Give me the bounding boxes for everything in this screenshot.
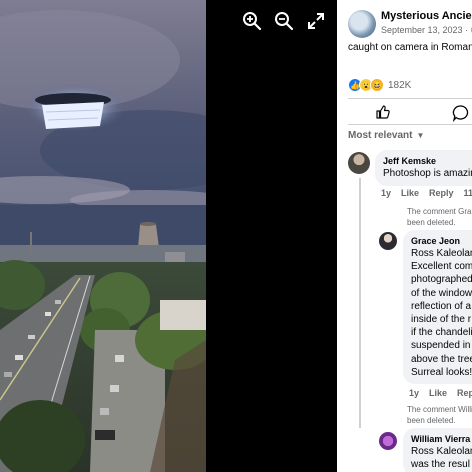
fullscreen-icon[interactable] (305, 10, 327, 32)
deleted-line: been deleted. (407, 218, 456, 227)
comment-actions: 1y Like Reply 11 (381, 188, 472, 198)
reaction-count: 182K (388, 79, 412, 91)
deleted-comment-notice: The comment Willi been deleted. (407, 404, 472, 426)
post-date-text: September 13, 2023 (381, 25, 463, 35)
comment-button[interactable] (452, 104, 470, 123)
deleted-line: The comment Willi (407, 405, 472, 414)
comment-line: of the window (411, 287, 472, 299)
commenter-name[interactable]: Grace Jeon (411, 235, 472, 247)
comment-text: Photoshop is amazing (383, 168, 472, 179)
sort-label: Most relevant (348, 130, 413, 141)
comment-line: reflection of a (411, 300, 472, 312)
zoom-in-icon[interactable] (241, 10, 263, 32)
comment-age[interactable]: 1y (409, 388, 419, 398)
commenter-avatar[interactable] (379, 232, 397, 250)
comment-age[interactable]: 1y (381, 188, 391, 198)
commenter-avatar[interactable] (379, 432, 397, 450)
commenter-name[interactable]: William Vierra (411, 433, 472, 445)
comment-icon (452, 105, 469, 123)
divider (348, 98, 472, 99)
comment-line: inside of the r (411, 314, 472, 326)
thumbs-up-icon (376, 105, 390, 119)
divider (348, 124, 472, 125)
comment-line: suspended in t (411, 340, 472, 352)
deleted-line: The comment Gra (407, 207, 472, 216)
like-button[interactable] (375, 104, 391, 120)
post-side-panel: Mysterious Ancient September 13, 2023 · … (337, 0, 472, 472)
photo-viewer-toolbar (206, 0, 337, 472)
thread-line (359, 178, 361, 428)
comment-actions: 1y Like Reply (409, 388, 472, 398)
caret-down-icon: ▼ (416, 131, 425, 140)
comment-bubble: Grace Jeon Ross Kaleolani Excellent comm… (403, 230, 472, 385)
comment-line: Ross Kaleolani (411, 248, 472, 259)
comment-like-link[interactable]: Like (401, 188, 419, 198)
zoom-out-icon[interactable] (273, 10, 295, 32)
page-name[interactable]: Mysterious Ancient (381, 10, 472, 22)
post-date[interactable]: September 13, 2023 · 🌐 (381, 25, 472, 36)
deleted-line: been deleted. (407, 416, 456, 425)
post-photo[interactable] (0, 0, 206, 472)
comment-line: photographed (411, 274, 472, 286)
comment-sort-dropdown[interactable]: Most relevant ▼ (348, 130, 424, 141)
comment-reaction-count: 11 (463, 188, 472, 198)
comment-line: above the tree (411, 353, 472, 365)
comment-line: Excellent comm (411, 261, 472, 273)
comment-line: was the resul (411, 459, 470, 470)
comment-bubble: Jeff Kemske Photoshop is amazing (375, 150, 472, 186)
deleted-comment-notice: The comment Gra been deleted. (407, 206, 471, 228)
comment-reply-link[interactable]: Reply (429, 188, 454, 198)
comment-line: Ross Kaleolani (411, 446, 472, 457)
haha-reaction-icon: 😆 (370, 78, 384, 92)
comment-like-link[interactable]: Like (429, 388, 447, 398)
commenter-name[interactable]: Jeff Kemske (383, 155, 472, 167)
comment-line: Surreal looks! (411, 366, 472, 378)
comment-line: if the chandeli (411, 327, 472, 339)
post-caption: caught on camera in Romani (348, 42, 472, 53)
comment-reply-link[interactable]: Reply (457, 388, 472, 398)
commenter-avatar[interactable] (348, 152, 370, 174)
reaction-summary[interactable]: 👍 😮 😆 182K (348, 77, 411, 93)
ufo-cloud-photo (0, 0, 206, 472)
comment-bubble: William Vierra Ross Kaleolani was the re… (403, 428, 472, 472)
page-avatar[interactable] (348, 10, 376, 38)
